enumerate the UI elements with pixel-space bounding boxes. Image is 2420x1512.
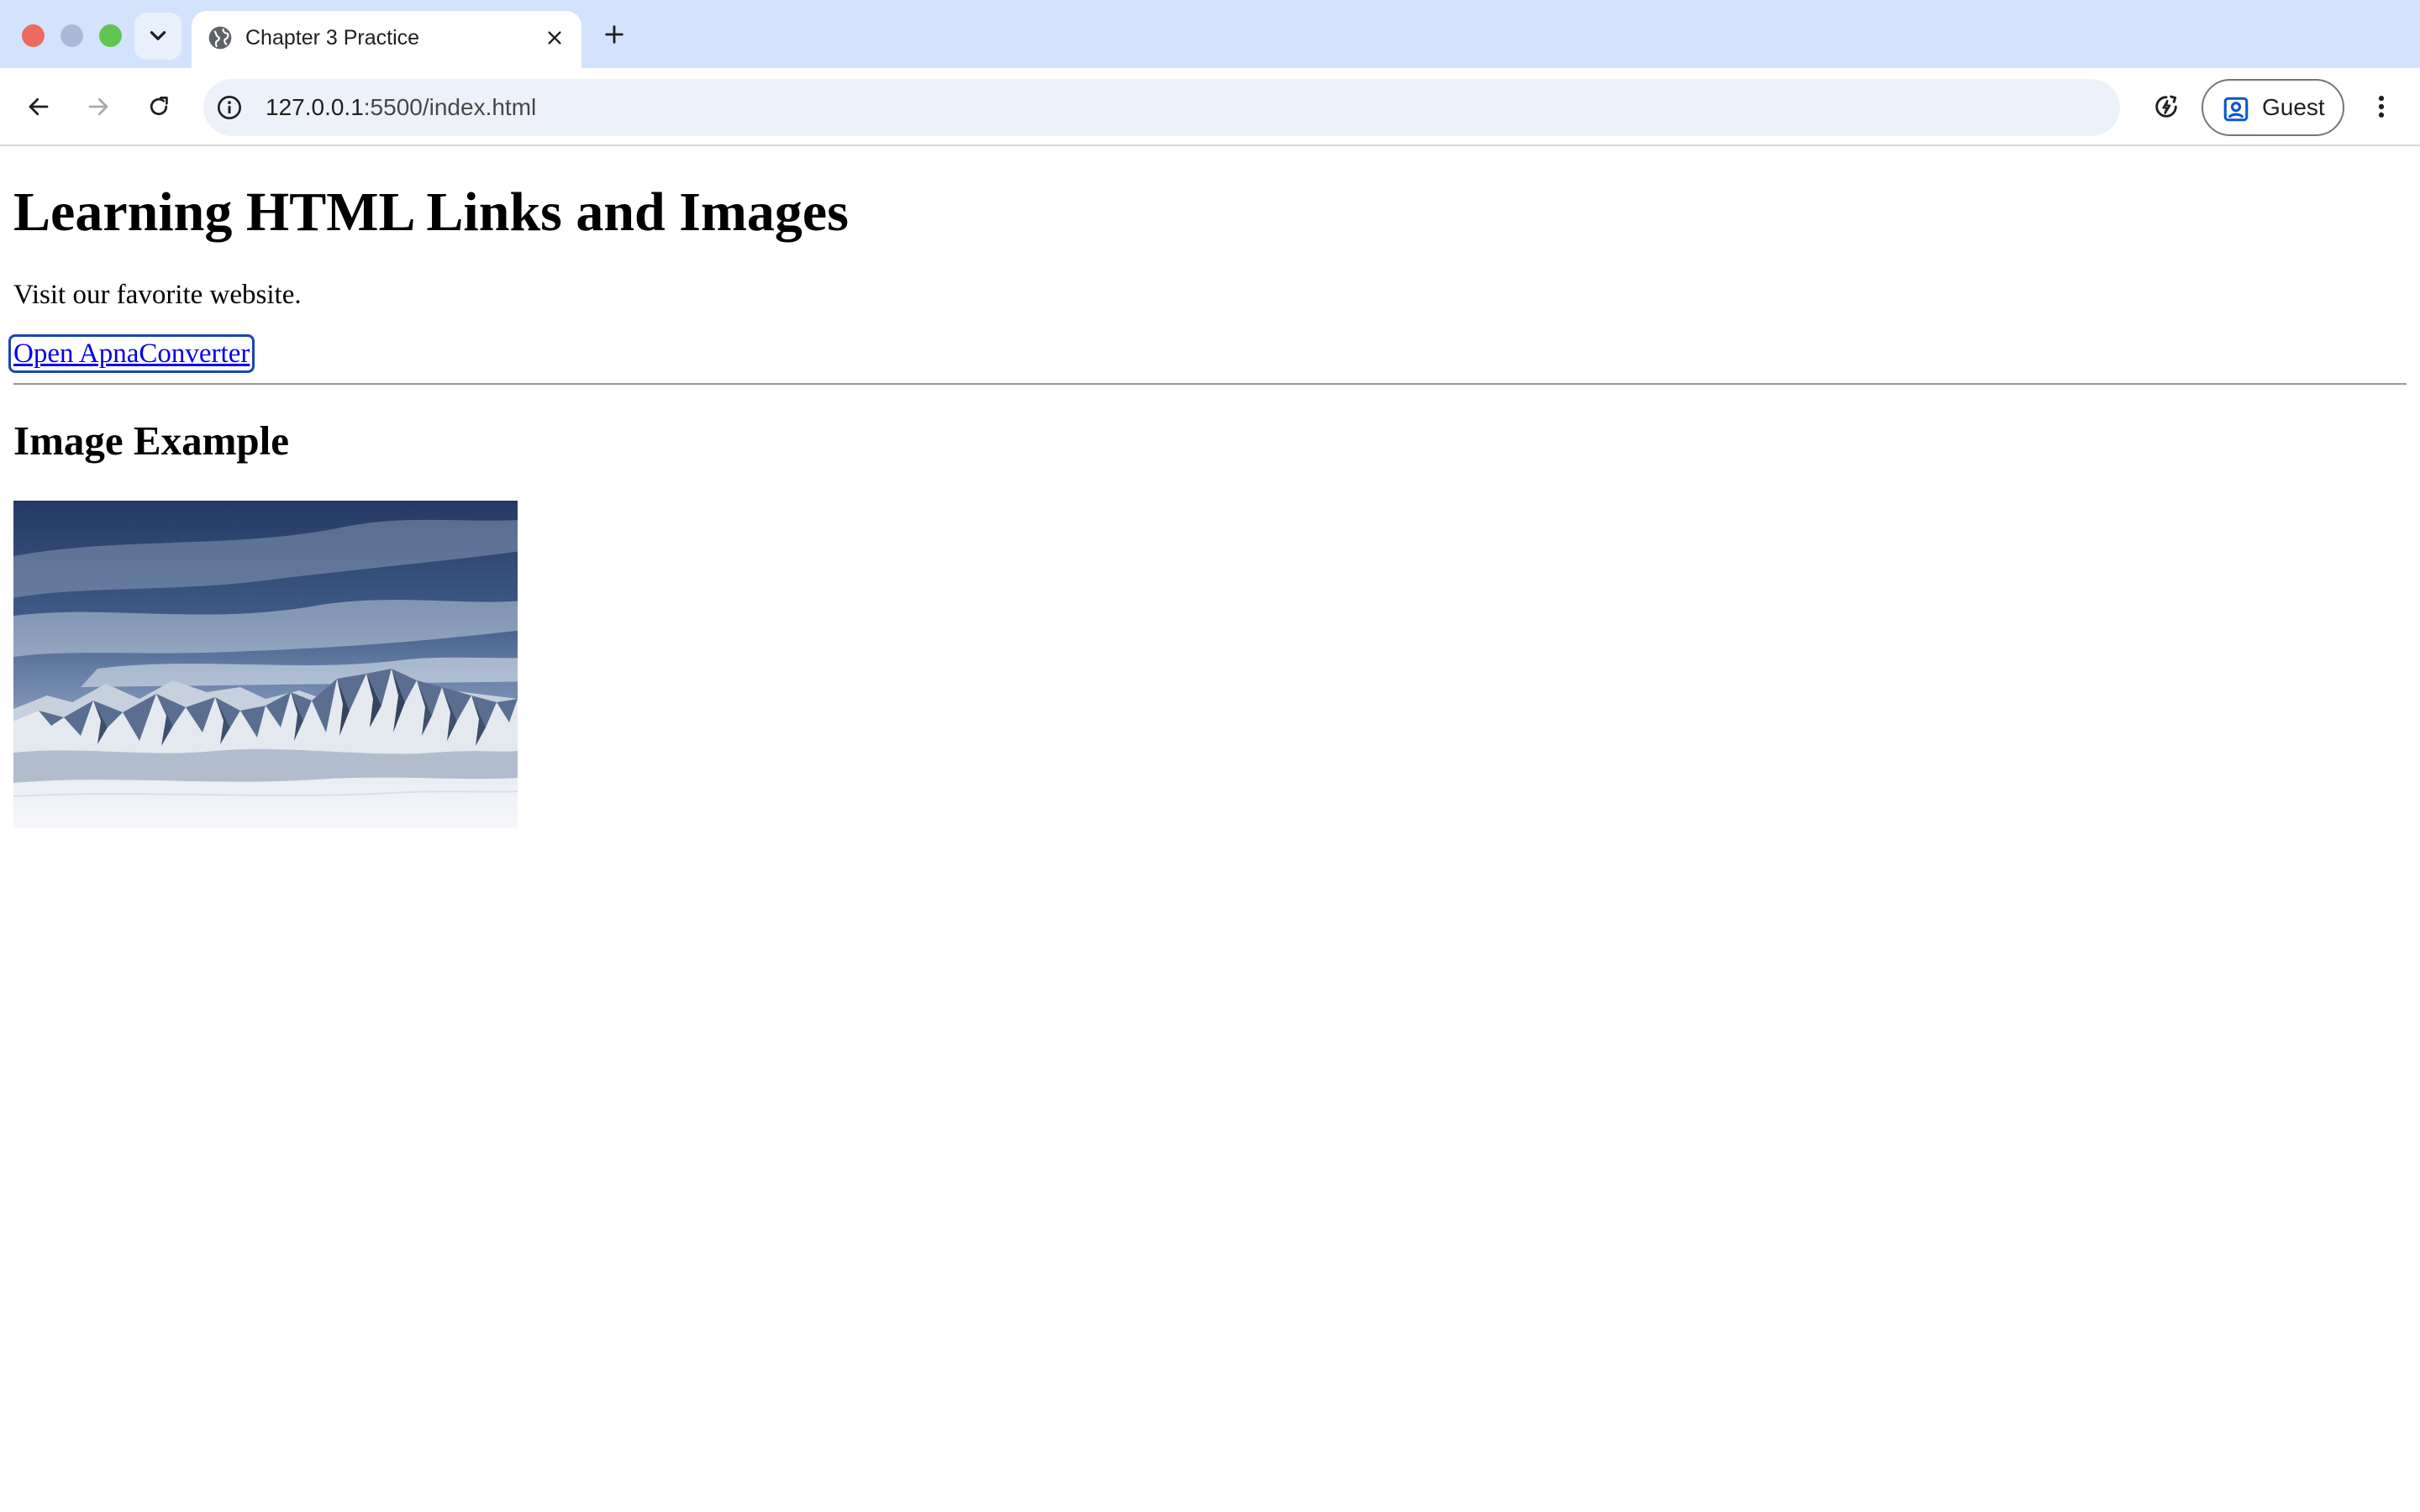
new-tab-button[interactable] [598,18,630,50]
site-info-button[interactable] [215,93,244,122]
arrow-right-icon [88,97,108,116]
person-icon [2223,97,2249,122]
back-button[interactable] [18,87,59,127]
horizontal-rule [13,383,2407,386]
profile-label: Guest [2262,94,2325,120]
apnaconverter-link[interactable]: Open ApnaConverter [8,334,255,373]
page-heading: Learning HTML Links and Images [13,181,849,243]
browser-toolbar: 127.0.0.1:5500/index.html Guest [0,68,2420,146]
page-viewport: Learning HTML Links and Images Visit our… [0,148,2420,1512]
window-maximize-button[interactable] [99,24,122,47]
window-minimize-button[interactable] [60,24,83,47]
kebab-menu-icon [2378,95,2385,118]
window-close-button[interactable] [22,24,45,47]
tab-close-button[interactable] [541,24,568,51]
reload-button[interactable] [139,87,179,127]
performance-icon [2155,95,2177,118]
chevron-down-icon [150,31,166,40]
page-paragraph: Visit our favorite website. [13,280,302,310]
active-tab[interactable]: Chapter 3 Practice [192,11,581,68]
globe-icon [208,26,232,50]
mountain-image [13,501,518,828]
tab-strip: Chapter 3 Practice [0,0,2420,68]
close-icon [548,31,561,45]
performance-button[interactable] [2146,87,2186,127]
plus-icon [605,25,623,44]
url-path: :5500/index.html [363,94,537,120]
snowy-mountain-picture [13,501,518,828]
tab-title: Chapter 3 Practice [245,26,420,50]
url-host: 127.0.0.1 [266,94,364,120]
address-bar[interactable]: 127.0.0.1:5500/index.html [203,79,2120,136]
profile-button[interactable]: Guest [2202,79,2344,136]
browser-menu-button[interactable] [2365,87,2398,127]
address-bar-url[interactable]: 127.0.0.1:5500/index.html [266,79,536,136]
tab-search-button[interactable] [134,13,182,60]
reload-icon [150,97,168,116]
image-section-heading: Image Example [13,417,289,464]
forward-button[interactable] [78,87,118,127]
info-icon [218,96,241,119]
arrow-left-icon [29,97,49,116]
